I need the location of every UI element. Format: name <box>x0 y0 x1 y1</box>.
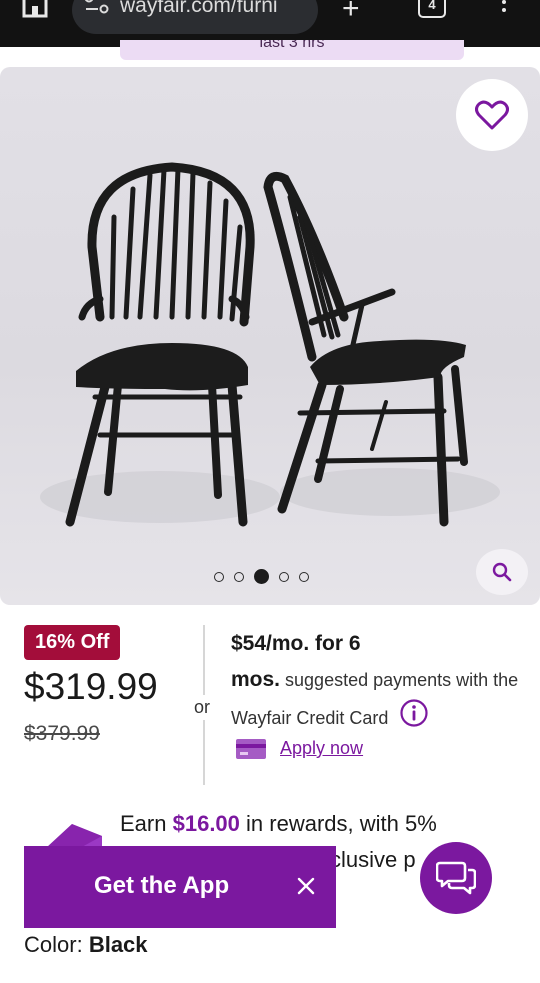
gallery-pagination[interactable] <box>214 569 309 584</box>
chat-button[interactable] <box>420 842 492 914</box>
close-icon[interactable] <box>294 874 318 898</box>
url-text[interactable]: wayfair.com/furni <box>120 0 278 18</box>
current-price: $319.99 <box>24 666 158 707</box>
color-value: Black <box>88 932 148 957</box>
gallery-dot[interactable] <box>214 571 224 582</box>
color-selection: Color: Black <box>24 932 148 958</box>
search-icon <box>492 562 512 582</box>
gallery-dot[interactable] <box>299 571 309 582</box>
chat-icon <box>436 861 476 895</box>
info-icon[interactable] <box>399 698 429 740</box>
get-the-app-banner[interactable]: Get the App <box>24 846 336 928</box>
rewards-suffix: in rewards, with 5% <box>246 811 437 836</box>
credit-card-icon <box>236 738 266 759</box>
zoom-button[interactable] <box>476 549 528 595</box>
address-bar[interactable]: wayfair.com/furni <box>72 0 318 34</box>
favorite-button[interactable] <box>456 79 528 151</box>
color-label: Color: <box>24 932 83 957</box>
urgency-banner: last 3 hrs <box>120 40 464 60</box>
financing-offer: $54/mo. for 6 mos. suggested payments wi… <box>231 626 531 740</box>
product-image-gallery[interactable] <box>0 67 540 605</box>
gallery-dot[interactable] <box>234 571 244 582</box>
home-icon[interactable] <box>18 0 52 22</box>
apply-now-link[interactable]: Apply now <box>280 738 363 759</box>
more-vert-icon[interactable] <box>498 0 510 20</box>
get-the-app-label[interactable]: Get the App <box>94 872 229 900</box>
plus-icon[interactable]: + <box>342 0 360 24</box>
heart-outline-icon <box>475 100 509 130</box>
discount-badge: 16% Off <box>24 625 121 660</box>
tune-icon[interactable] <box>84 0 110 18</box>
monthly-amount: $54/mo. for 6 <box>231 632 361 655</box>
product-image <box>40 162 500 527</box>
or-label: or <box>194 695 211 720</box>
rewards-prefix: Earn <box>120 811 167 836</box>
rewards-amount: $16.00 <box>172 811 240 836</box>
original-price: $379.99 <box>24 722 100 745</box>
gallery-dot-active[interactable] <box>254 569 269 584</box>
urgency-text: last 3 hrs <box>259 40 325 51</box>
monthly-term: mos. <box>231 668 281 691</box>
apply-row: Apply now <box>236 738 363 759</box>
tab-switcher-button[interactable]: 4 <box>418 0 446 18</box>
gallery-dot[interactable] <box>279 571 289 582</box>
